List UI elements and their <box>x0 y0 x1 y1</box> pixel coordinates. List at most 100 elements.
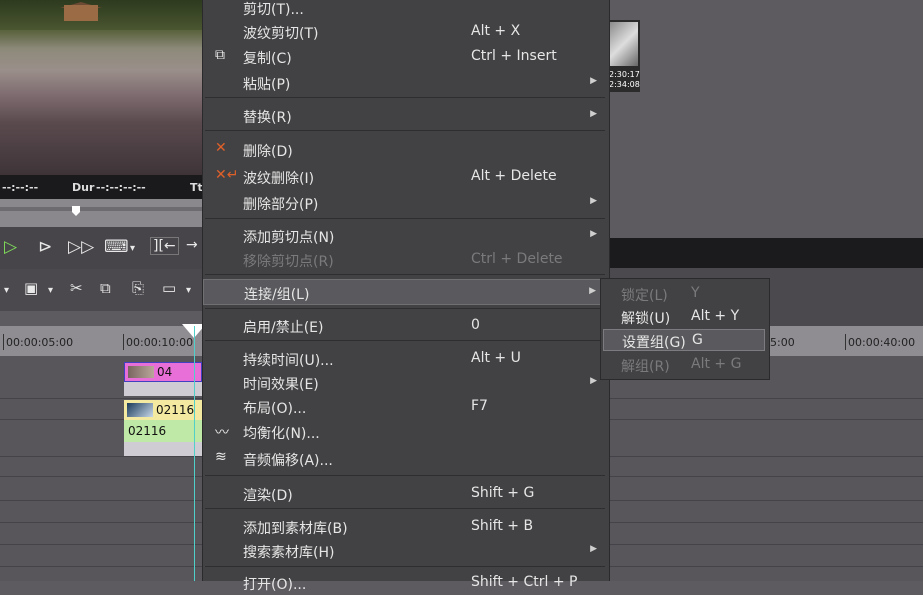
menu-separator <box>205 566 605 567</box>
scrub-track[interactable] <box>0 207 202 211</box>
submenu-arrow-icon: ▶ <box>590 76 597 86</box>
group-icon[interactable]: ▭ <box>162 279 176 297</box>
audio-clip[interactable]: 02116 <box>124 420 202 442</box>
copy-icon[interactable]: ⧉ <box>100 279 111 297</box>
menu-item-shortcut: Shift + G <box>471 485 535 501</box>
menu-item-label: 音频偏移(A)... <box>243 453 333 469</box>
save-icon[interactable]: ▣ <box>24 279 38 297</box>
submenu-arrow-icon: ▶ <box>590 376 597 386</box>
clip-thumbnail <box>127 403 153 417</box>
menu-item-copy[interactable]: ⧉ 复制(C) Ctrl + Insert <box>203 45 607 69</box>
menu-separator <box>205 97 605 98</box>
submenu-arrow-icon: ▶ <box>590 544 597 554</box>
clip-audio-strip[interactable] <box>124 442 202 456</box>
menu-item-ripple-delete[interactable]: ✕↵ 波纹删除(I) Alt + Delete <box>203 165 607 189</box>
scrub-bar[interactable] <box>0 199 202 227</box>
menu-item-link-group[interactable]: 连接/组(L) ▶ <box>203 279 607 305</box>
menu-separator <box>205 475 605 476</box>
step-forward-icon[interactable]: ⊳ <box>38 237 52 257</box>
clip-label: 04 <box>157 365 173 379</box>
submenu-item-lock[interactable]: 锁定(L) Y <box>601 283 767 305</box>
fast-forward-icon[interactable]: ▷▷ <box>68 237 94 257</box>
chevron-down-icon[interactable]: ▾ <box>130 243 135 254</box>
menu-item-label: 移除剪切点(R) <box>243 254 334 270</box>
menu-item-label: 持续时间(U)... <box>243 353 334 369</box>
playhead[interactable] <box>194 326 195 581</box>
menu-item-delete-part[interactable]: 删除部分(P) ▶ <box>203 191 607 215</box>
menu-item-shortcut: F7 <box>471 398 488 414</box>
menu-item-label: 删除部分(P) <box>243 197 319 213</box>
play-icon[interactable]: ▷ <box>4 237 17 257</box>
preview-house <box>64 5 98 21</box>
chevron-down-icon[interactable]: ▾ <box>186 285 191 296</box>
menu-item-duration[interactable]: 持续时间(U)... Alt + U <box>203 347 607 371</box>
equalize-icon: 〰 <box>215 425 229 441</box>
menu-item-audio-offset[interactable]: ≋ 音频偏移(A)... <box>203 447 607 471</box>
menu-item-replace[interactable]: 替换(R) ▶ <box>203 104 607 128</box>
ruler-tick: 00:00:40:00 <box>844 334 916 350</box>
menu-separator <box>205 308 605 309</box>
link-group-submenu: 锁定(L) Y 解锁(U) Alt + Y 设置组(G) G 解组(R) Alt… <box>600 278 770 380</box>
clip-thumbnail[interactable]: 2:30:17 2:34:08 <box>607 20 640 92</box>
menu-item-layout[interactable]: 布局(O)... F7 <box>203 395 607 419</box>
menu-item-label: 搜索素材库(H) <box>243 545 335 561</box>
timecode-bar: --:--:-- Dur --:--:--:-- Tt <box>0 175 203 199</box>
menu-item-label: 布局(O)... <box>243 401 307 417</box>
menu-item-search-bin[interactable]: 搜索素材库(H) ▶ <box>203 539 607 563</box>
dur-value: --:--:--:-- <box>96 181 146 194</box>
menu-item-remove-cut-point[interactable]: 移除剪切点(R) Ctrl + Delete <box>203 248 607 272</box>
menu-item-cut[interactable]: 剪切(T)... <box>203 0 607 20</box>
menu-item-shortcut: Alt + X <box>471 23 521 39</box>
mark-out-icon[interactable]: → <box>186 237 198 253</box>
menu-item-shortcut: Shift + B <box>471 518 534 534</box>
loop-icon[interactable]: ⌨ <box>104 237 129 257</box>
submenu-item-shortcut: Alt + Y <box>691 308 740 324</box>
menu-item-ripple-cut[interactable]: 波纹剪切(T) Alt + X <box>203 20 607 44</box>
submenu-item-ungroup[interactable]: 解组(R) Alt + G <box>601 354 767 376</box>
mark-in-icon[interactable]: ][← <box>150 237 179 255</box>
delete-icon: ✕ <box>215 140 227 156</box>
clip-audio-strip[interactable] <box>124 382 202 396</box>
clip-thumbnail <box>128 366 154 378</box>
video-clip[interactable]: 04 <box>124 362 202 382</box>
menu-item-add-cut-point[interactable]: 添加剪切点(N) ▶ <box>203 224 607 248</box>
submenu-item-shortcut: Y <box>691 285 700 301</box>
menu-item-label: 打开(O)... <box>243 577 307 593</box>
menu-item-label: 连接/组(L) <box>244 287 310 303</box>
menu-item-delete[interactable]: ✕ 删除(D) <box>203 138 607 162</box>
thumb-time-1: 2:30:17 <box>609 70 640 79</box>
menu-item-equalize[interactable]: 〰 均衡化(N)... <box>203 420 607 444</box>
menu-item-label: 均衡化(N)... <box>243 426 320 442</box>
menu-item-add-to-bin[interactable]: 添加到素材库(B) Shift + B <box>203 515 607 539</box>
menu-item-open[interactable]: 打开(O)... Shift + Ctrl + P <box>203 571 607 595</box>
copy-icon: ⧉ <box>215 47 225 63</box>
menu-item-enable-disable[interactable]: 启用/禁止(E) 0 <box>203 314 607 338</box>
menu-item-shortcut: 0 <box>471 317 480 333</box>
menu-item-paste[interactable]: 粘贴(P) ▶ <box>203 71 607 95</box>
timecode-in: --:--:-- <box>2 181 39 194</box>
tt-label: Tt <box>190 181 203 194</box>
submenu-item-label: 锁定(L) <box>621 288 668 304</box>
title-clip[interactable]: 02116 <box>124 400 202 420</box>
paste-icon[interactable]: ⎘ <box>132 279 144 297</box>
context-menu: 剪切(T)... 波纹剪切(T) Alt + X ⧉ 复制(C) Ctrl + … <box>202 0 610 593</box>
menu-item-label: 启用/禁止(E) <box>243 320 324 336</box>
scissors-icon[interactable]: ✂ <box>70 279 83 297</box>
submenu-item-label: 设置组(G) <box>622 335 686 351</box>
submenu-item-shortcut: Alt + G <box>691 356 742 372</box>
menu-item-render[interactable]: 渲染(D) Shift + G <box>203 482 607 506</box>
clip-label: 02116 <box>128 424 167 438</box>
menu-item-shortcut: Shift + Ctrl + P <box>471 574 578 590</box>
scrub-handle[interactable] <box>72 206 80 216</box>
menu-item-label: 替换(R) <box>243 110 292 126</box>
menu-item-time-effect[interactable]: 时间效果(E) ▶ <box>203 371 607 395</box>
submenu-arrow-icon: ▶ <box>590 229 597 239</box>
ripple-delete-icon: ✕↵ <box>215 167 239 183</box>
chevron-down-icon[interactable]: ▾ <box>4 285 9 296</box>
transport-controls: ▷ ⊳ ▷▷ ⌨ ▾ ][← → <box>0 227 202 269</box>
chevron-down-icon[interactable]: ▾ <box>48 285 53 296</box>
menu-item-label: 波纹剪切(T) <box>243 26 319 42</box>
menu-separator <box>205 274 605 275</box>
submenu-item-unlock[interactable]: 解锁(U) Alt + Y <box>601 306 767 328</box>
submenu-item-set-group[interactable]: 设置组(G) G <box>603 329 765 351</box>
